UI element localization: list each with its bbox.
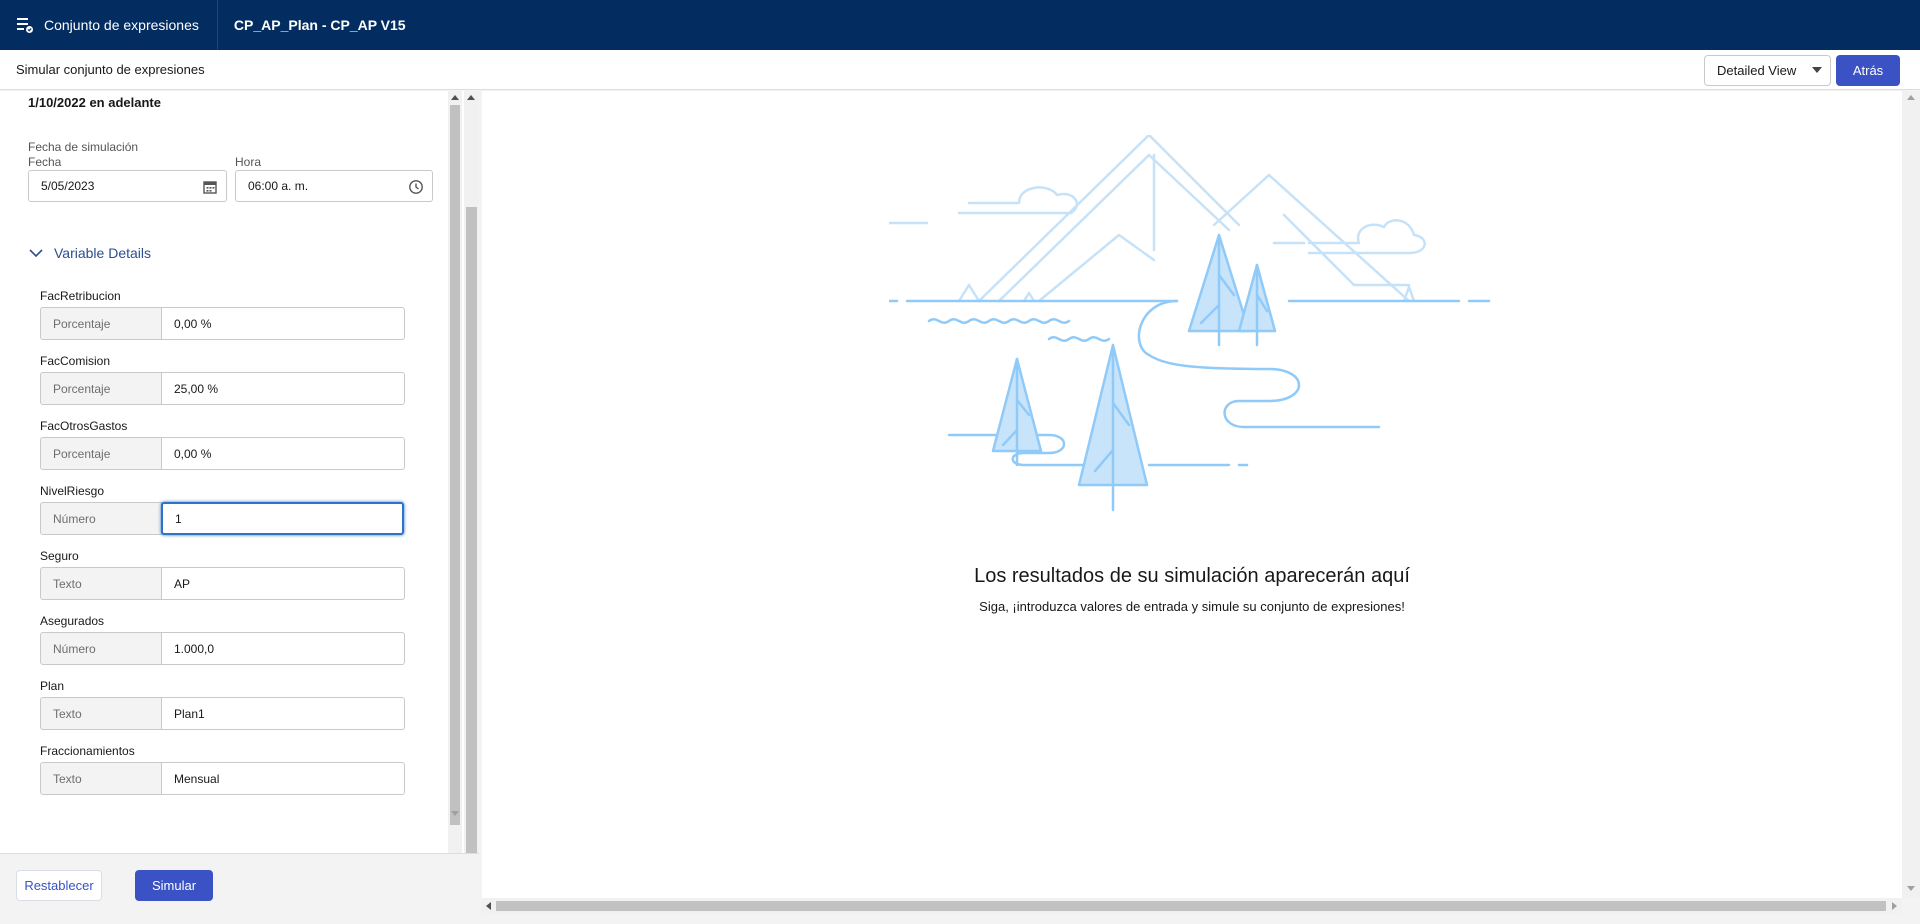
variable-type: Texto [40,697,162,730]
date-input-value: 5/05/2023 [41,179,95,193]
scroll-down-icon[interactable] [451,811,459,816]
effective-date-range: 1/10/2022 en adelante [28,95,161,110]
document-title: CP_AP_Plan - CP_AP V15 [233,17,406,33]
variable-row: FacOtrosGastos Porcentaje 0,00 % [40,419,405,470]
chevron-down-icon [1812,67,1822,73]
variable-value-input[interactable]: 0,00 % [162,437,405,470]
scrollbar-thumb[interactable] [496,901,1886,911]
reset-button[interactable]: Restablecer [16,870,102,901]
landscape-illustration [889,135,1491,512]
expression-set-icon [17,18,33,33]
page-title: Simular conjunto de expresiones [16,62,205,77]
app-header: Conjunto de expresiones CP_AP_Plan - CP_… [0,0,1920,50]
variable-type: Número [40,502,162,535]
variable-type: Texto [40,567,162,600]
variable-row: NivelRiesgo Número 1 [40,484,405,535]
back-button[interactable]: Atrás [1836,55,1900,86]
inner-scrollbar[interactable] [448,91,462,853]
variable-value-input[interactable]: Mensual [162,762,405,795]
app-launcher[interactable]: Conjunto de expresiones [0,0,218,50]
empty-state-subtitle: Siga, ¡introduzca valores de entrada y s… [979,599,1405,614]
variable-name: NivelRiesgo [40,484,105,498]
chevron-down-icon [29,249,43,258]
results-vertical-scrollbar[interactable] [1902,91,1920,898]
calendar-icon[interactable] [202,179,218,195]
variable-value-input[interactable]: Plan1 [162,697,405,730]
app-name: Conjunto de expresiones [44,17,199,33]
scrollbar-thumb[interactable] [450,105,460,825]
variable-type: Porcentaje [40,437,162,470]
scrollbar-thumb[interactable] [466,207,477,897]
variable-type: Porcentaje [40,372,162,405]
variable-row: Asegurados Número 1.000,0 [40,614,405,665]
panel-scrollbar[interactable] [464,91,479,897]
variable-row: Seguro Texto AP [40,549,405,600]
variable-value-input[interactable]: AP [162,567,405,600]
panel-footer: Restablecer Simular [0,853,479,924]
variable-type: Porcentaje [40,307,162,340]
variable-name: FacComision [40,354,111,368]
variable-row: Fraccionamientos Texto Mensual [40,744,405,795]
variable-row: Plan Texto Plan1 [40,679,405,730]
variable-name: Seguro [40,549,79,563]
date-input[interactable]: 5/05/2023 [28,170,227,202]
time-caption: Hora [235,155,262,169]
scroll-up-icon[interactable] [467,95,475,100]
view-select-value: Detailed View [1717,63,1797,78]
variable-value-input[interactable]: 1.000,0 [162,632,405,665]
results-horizontal-scrollbar[interactable] [482,898,1902,914]
scroll-right-icon[interactable] [1892,902,1897,910]
variable-name: FacOtrosGastos [40,419,128,433]
simulation-input-panel: 1/10/2022 en adelante Fecha de simulació… [0,91,479,924]
variable-type: Texto [40,762,162,795]
variable-details-toggle[interactable]: Variable Details [28,245,151,261]
variable-row: FacRetribucion Porcentaje 0,00 % [40,289,405,340]
view-select[interactable]: Detailed View [1704,55,1831,86]
input-scroll-area: 1/10/2022 en adelante Fecha de simulació… [0,91,462,853]
empty-state-title: Los resultados de su simulación aparecer… [974,565,1410,587]
variable-value-input[interactable]: 0,00 % [162,307,405,340]
variable-name: Fraccionamientos [40,744,135,758]
time-input[interactable]: 06:00 a. m. [235,170,433,202]
variable-name: Plan [40,679,65,693]
results-panel: Los resultados de su simulación aparecer… [482,91,1902,898]
scroll-up-icon[interactable] [451,95,459,100]
date-caption: Fecha [28,155,62,169]
scroll-up-icon[interactable] [1907,95,1915,100]
clock-icon[interactable] [408,179,424,195]
variable-row: FacComision Porcentaje 25,00 % [40,354,405,405]
variable-name: FacRetribucion [40,289,121,303]
scroll-down-icon[interactable] [1907,886,1915,891]
scroll-left-icon[interactable] [486,902,491,910]
time-input-value: 06:00 a. m. [248,179,309,193]
simulate-button[interactable]: Simular [135,870,213,901]
variable-type: Número [40,632,162,665]
variable-value-input[interactable]: 1 [161,502,404,535]
section-label: Variable Details [54,245,152,261]
variable-name: Asegurados [40,614,105,628]
page-header: Simular conjunto de expresiones Detailed… [0,50,1920,90]
variable-value-input[interactable]: 25,00 % [162,372,405,405]
simulation-date-label: Fecha de simulación [28,140,139,154]
